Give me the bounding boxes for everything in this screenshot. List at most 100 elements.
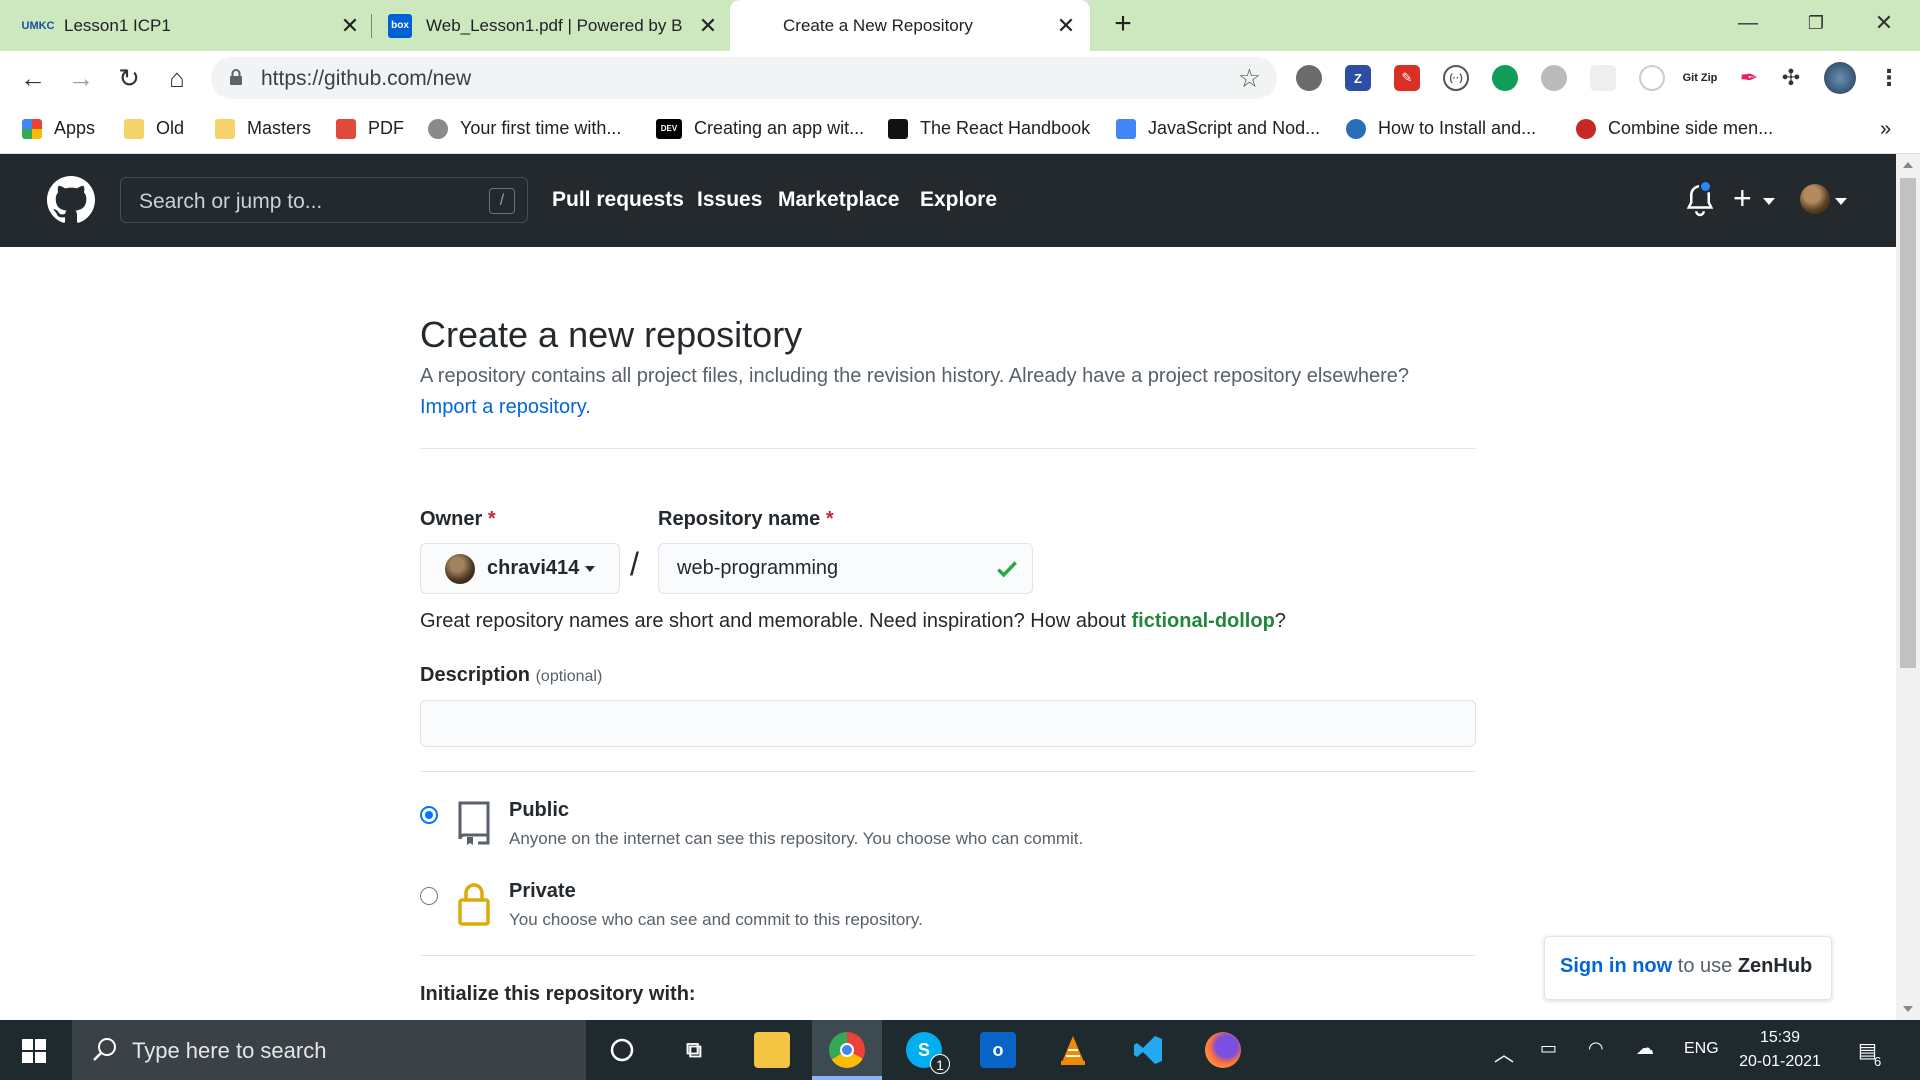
new-tab-button[interactable]: +: [1106, 8, 1140, 42]
gitzip-extension-icon[interactable]: Git Zip: [1682, 65, 1718, 91]
nav-issues[interactable]: Issues: [697, 188, 762, 212]
menu-kebab-icon[interactable]: ⋮: [1876, 65, 1902, 91]
cloud-icon[interactable]: ☁: [1636, 1038, 1654, 1059]
scroll-down-icon[interactable]: [1903, 1006, 1913, 1012]
battery-icon[interactable]: ▭: [1540, 1038, 1557, 1059]
folder-icon: [124, 118, 144, 139]
public-radio[interactable]: [420, 806, 438, 824]
search-shortcut-badge: /: [489, 188, 515, 214]
gear-extension-icon[interactable]: [1541, 65, 1567, 91]
chrome-taskbar-icon[interactable]: [829, 1032, 865, 1068]
taskbar-search-box[interactable]: Type here to search: [72, 1020, 586, 1080]
outlook-icon[interactable]: o: [980, 1032, 1016, 1068]
bookmark-first-time[interactable]: Your first time with...: [428, 118, 621, 139]
bookmark-star-icon[interactable]: ☆: [1238, 63, 1261, 94]
close-tab-icon[interactable]: ✕: [1054, 13, 1078, 39]
description-input[interactable]: [420, 700, 1476, 747]
minimize-icon[interactable]: —: [1728, 6, 1768, 40]
tab-create-repo[interactable]: Create a New Repository ✕: [730, 0, 1090, 51]
bookmark-pdf[interactable]: PDF: [336, 118, 404, 139]
more-bookmarks-button[interactable]: »: [1880, 118, 1891, 141]
chevron-down-icon[interactable]: [1835, 198, 1847, 205]
bookmark-creating-app[interactable]: DEV Creating an app wit...: [656, 118, 864, 139]
initialize-label: Initialize this repository with:: [420, 983, 696, 1005]
task-view-icon[interactable]: ⧉: [676, 1032, 712, 1068]
page-subtitle: A repository contains all project files,…: [420, 365, 1410, 387]
nav-explore[interactable]: Explore: [920, 188, 997, 212]
page-title: Create a new repository: [420, 314, 803, 355]
firefox-icon[interactable]: [1205, 1032, 1241, 1068]
bookmark-label: Your first time with...: [460, 118, 622, 138]
user-avatar[interactable]: [1800, 184, 1830, 214]
reload-icon[interactable]: ↻: [110, 59, 148, 97]
wifi-icon[interactable]: ◠: [1588, 1038, 1604, 1059]
import-repository-link[interactable]: Import a repository.: [420, 396, 591, 419]
docs-icon: [1116, 118, 1136, 139]
zenhub-signin-box: Sign in now to use ZenHub: [1544, 936, 1832, 1000]
nav-marketplace[interactable]: Marketplace: [778, 188, 899, 212]
extension-circle-icon[interactable]: [1296, 65, 1322, 91]
pdf-extension-icon[interactable]: ✎: [1394, 65, 1420, 91]
bookmark-apps[interactable]: Apps: [22, 118, 95, 139]
github-logo-icon[interactable]: [47, 176, 95, 224]
windows-taskbar: Type here to search ⧉ S 1 o ︿ ▭ ◠ ☁ ENG …: [0, 1020, 1920, 1080]
taskbar-search-placeholder: Type here to search: [132, 1038, 327, 1063]
public-description: Anyone on the internet can see this repo…: [509, 829, 1084, 848]
bookmark-masters[interactable]: Masters: [215, 118, 311, 139]
eyedropper-extension-icon[interactable]: ✒: [1736, 65, 1762, 91]
tab-title: Web_Lesson1.pdf | Powered by B: [426, 15, 683, 35]
forward-icon[interactable]: →: [62, 59, 100, 97]
cortana-icon[interactable]: [604, 1032, 640, 1068]
window-close-icon[interactable]: ✕: [1864, 6, 1904, 40]
bookmark-react-handbook[interactable]: The React Handbook: [888, 118, 1090, 139]
blank-extension-icon[interactable]: [1590, 65, 1616, 91]
target-extension-icon[interactable]: [1639, 65, 1665, 91]
file-explorer-icon[interactable]: [754, 1032, 790, 1068]
repository-name-input[interactable]: web-programming: [658, 543, 1033, 594]
create-new-plus-icon[interactable]: +: [1733, 180, 1752, 216]
tab-web-lesson1[interactable]: box Web_Lesson1.pdf | Powered by B ✕: [388, 0, 720, 51]
puzzle-extensions-icon[interactable]: ✣: [1778, 65, 1804, 91]
windows-start-icon[interactable]: [22, 1039, 46, 1063]
vscode-icon[interactable]: [1130, 1032, 1166, 1068]
zotero-extension-icon[interactable]: Z: [1345, 65, 1371, 91]
bookmark-javascript-node[interactable]: JavaScript and Nod...: [1116, 118, 1320, 139]
back-icon[interactable]: ←: [14, 59, 52, 97]
name-suggestion-link[interactable]: fictional-dollop: [1131, 610, 1274, 632]
language-indicator[interactable]: ENG: [1684, 1040, 1719, 1058]
scroll-up-icon[interactable]: [1903, 162, 1913, 168]
bookmark-combine-side[interactable]: Combine side men...: [1576, 118, 1773, 139]
nav-pull-requests[interactable]: Pull requests: [552, 188, 684, 212]
hint-text: Great repository names are short and mem…: [420, 610, 1132, 632]
pdf-icon: [336, 118, 356, 139]
system-clock[interactable]: 15:39 20-01-2021: [1730, 1026, 1830, 1074]
folder-icon: [215, 118, 235, 139]
home-icon[interactable]: ⌂: [158, 59, 196, 97]
close-tab-icon[interactable]: ✕: [338, 13, 362, 39]
page-scrollbar[interactable]: [1896, 154, 1920, 1020]
notification-count: 6: [1874, 1054, 1882, 1069]
grammar-extension-icon[interactable]: [1492, 65, 1518, 91]
restore-icon[interactable]: ❐: [1796, 6, 1836, 40]
chevron-down-icon[interactable]: [1763, 198, 1775, 205]
tab-divider: [371, 14, 372, 38]
bookmark-how-to-install[interactable]: How to Install and...: [1346, 118, 1536, 139]
profile-avatar[interactable]: [1824, 62, 1856, 94]
owner-select[interactable]: chravi414: [420, 543, 620, 594]
zenhub-signin-link[interactable]: Sign in now: [1560, 955, 1672, 977]
bookmark-label: Creating an app wit...: [694, 118, 865, 138]
divider: [420, 955, 1476, 956]
github-search-input[interactable]: Search or jump to... /: [120, 177, 528, 223]
notification-dot: [1699, 180, 1712, 193]
bookmark-label: Apps: [54, 118, 96, 138]
code-extension-icon[interactable]: (··): [1443, 65, 1469, 91]
react-handbook-icon: [888, 118, 908, 139]
address-bar[interactable]: https://github.com/new ☆: [211, 57, 1277, 99]
private-radio[interactable]: [420, 887, 438, 905]
bookmark-old[interactable]: Old: [124, 118, 184, 139]
tray-chevron-up-icon[interactable]: ︿: [1494, 1038, 1514, 1067]
tab-lesson1[interactable]: UMKC Lesson1 ICP1 ✕: [22, 0, 362, 51]
close-tab-icon[interactable]: ✕: [696, 13, 720, 39]
vlc-icon[interactable]: [1055, 1032, 1091, 1068]
scroll-thumb[interactable]: [1900, 178, 1916, 668]
